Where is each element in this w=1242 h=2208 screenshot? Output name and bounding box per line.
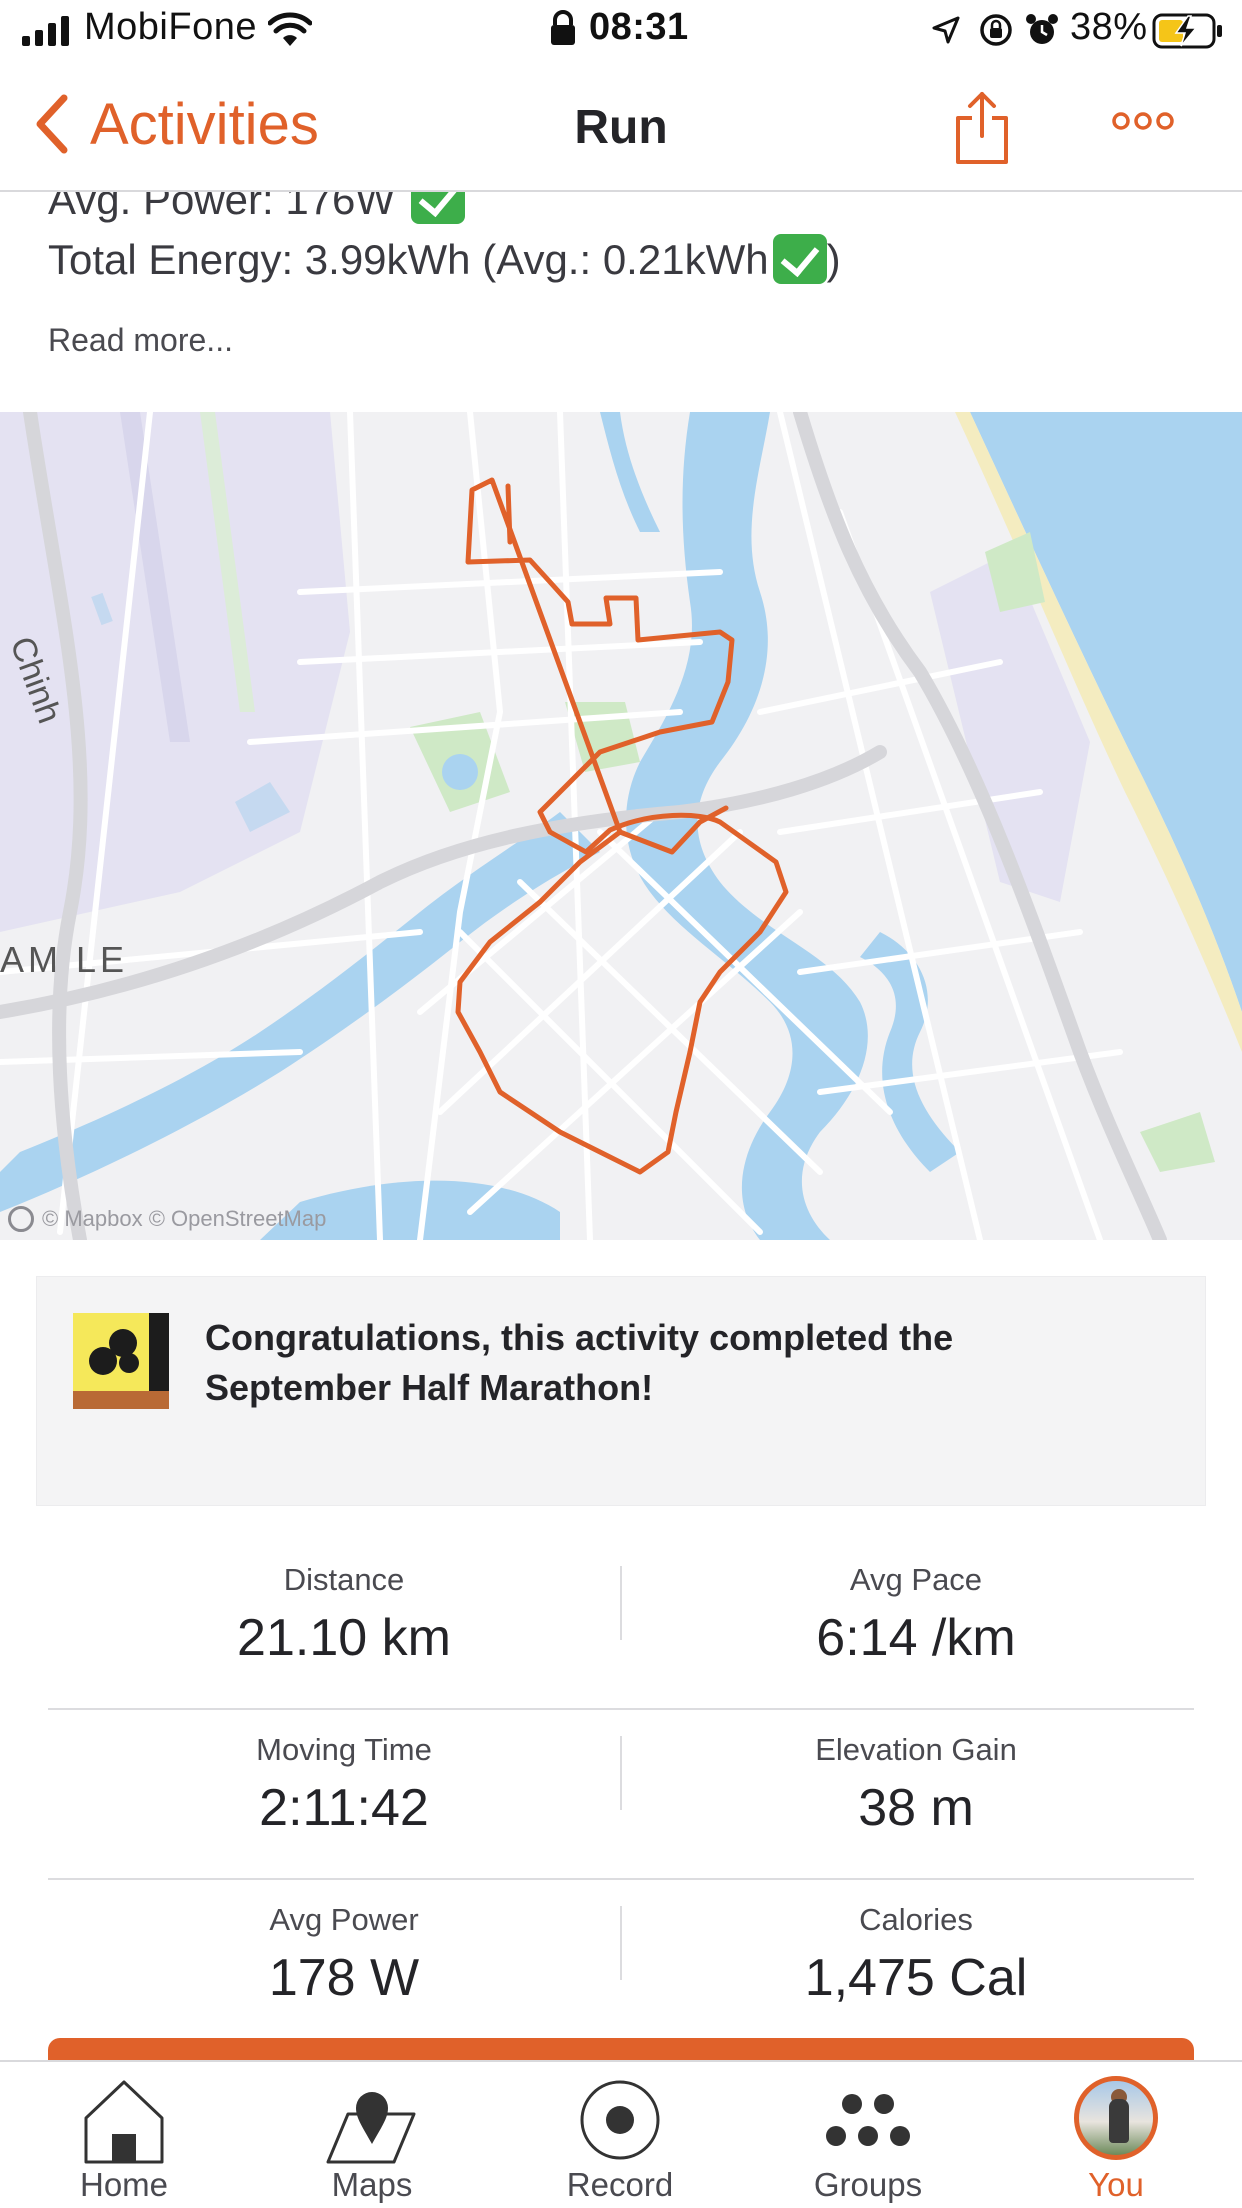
stat-calories: Calories 1,475 Cal xyxy=(636,1880,1196,2008)
alarm-icon xyxy=(1026,14,1058,44)
location-arrow-icon xyxy=(932,16,960,44)
checkmark-icon xyxy=(772,234,827,284)
groups-icon xyxy=(826,2094,910,2146)
attribution-text: © Mapbox © OpenStreetMap xyxy=(42,1206,327,1231)
stat-value: 38 m xyxy=(858,1779,974,1837)
half-marathon-badge-icon xyxy=(73,1313,169,1409)
stat-value: 178 W xyxy=(268,1949,420,2007)
battery-charging-icon xyxy=(1152,13,1222,49)
nav-bar: Activities Run xyxy=(0,62,1242,192)
tab-label: You xyxy=(1088,2166,1144,2203)
tab-label: Groups xyxy=(813,2166,923,2203)
stat-row: Distance 21.10 km Avg Pace 6:14 /km xyxy=(48,1540,1194,1710)
back-label: Activities xyxy=(90,91,319,157)
power-text: Avg. Power: 176W xyxy=(48,192,396,223)
battery-percent: 38% xyxy=(1070,6,1148,48)
map-district-label: AM LE xyxy=(0,939,128,980)
energy-text-close: ) xyxy=(826,236,841,283)
cellular-signal-icon xyxy=(22,16,69,46)
read-more-link[interactable]: Read more... xyxy=(48,322,233,359)
stat-label: Avg Power xyxy=(269,1902,419,1937)
mapbox-logo-icon xyxy=(8,1206,34,1232)
tab-groups[interactable]: Groups xyxy=(744,2062,992,2208)
stat-divider xyxy=(620,1566,622,1640)
challenge-completed-card[interactable]: Congratulations, this activity completed… xyxy=(36,1276,1206,1506)
back-button[interactable]: Activities xyxy=(34,84,319,164)
more-options-icon[interactable] xyxy=(1110,110,1176,132)
map-canvas: Chinh AM LE xyxy=(0,412,1242,1240)
tab-label: Home xyxy=(79,2166,169,2203)
activity-description: Avg. Power: 176W Total Energy: 3.99kWh (… xyxy=(0,192,1242,302)
stat-value: 6:14 /km xyxy=(816,1609,1016,1667)
activity-stats: Distance 21.10 km Avg Pace 6:14 /km Movi… xyxy=(48,1540,1194,2050)
route-map[interactable]: Chinh AM LE © Mapbox © OpenStreetMap xyxy=(0,412,1242,1240)
clock-time: 08:31 xyxy=(589,6,689,48)
home-icon xyxy=(84,2080,164,2164)
tab-record[interactable]: Record xyxy=(496,2062,744,2208)
stat-label: Distance xyxy=(283,1562,405,1597)
stat-row: Avg Power 178 W Calories 1,475 Cal xyxy=(48,1880,1194,2050)
stat-avg-power: Avg Power 178 W xyxy=(64,1880,624,2008)
carrier-name: MobiFone xyxy=(84,6,257,48)
checkmark-icon xyxy=(410,192,465,224)
avatar xyxy=(1074,2076,1158,2160)
share-icon[interactable] xyxy=(950,90,1014,166)
stat-label: Calories xyxy=(859,1902,973,1937)
stat-moving-time: Moving Time 2:11:42 xyxy=(64,1710,624,1838)
record-icon xyxy=(580,2080,660,2160)
stat-label: Elevation Gain xyxy=(815,1732,1017,1767)
challenge-message: Congratulations, this activity completed… xyxy=(205,1317,954,1408)
stat-label: Moving Time xyxy=(256,1732,432,1767)
tab-label: Maps xyxy=(331,2166,413,2203)
map-attribution[interactable]: © Mapbox © OpenStreetMap xyxy=(8,1206,326,1232)
stat-row: Moving Time 2:11:42 Elevation Gain 38 m xyxy=(48,1710,1194,1880)
tab-bar: Home Maps Record Groups You xyxy=(0,2060,1242,2208)
maps-icon xyxy=(326,2092,416,2164)
energy-text: Total Energy: 3.99kWh (Avg.: 0.21kWh xyxy=(48,236,769,283)
stat-value: 21.10 km xyxy=(237,1609,451,1667)
tab-you[interactable]: You xyxy=(992,2062,1240,2208)
chevron-left-icon xyxy=(36,94,68,154)
tab-maps[interactable]: Maps xyxy=(248,2062,496,2208)
stat-distance: Distance 21.10 km xyxy=(64,1540,624,1668)
lock-icon xyxy=(551,10,575,45)
status-bar: MobiFone 08:31 38% xyxy=(0,0,1242,62)
tab-label: Record xyxy=(566,2166,674,2203)
description-line-power: Avg. Power: 176W xyxy=(48,192,465,224)
stat-value: 2:11:42 xyxy=(259,1779,429,1837)
stat-divider xyxy=(620,1736,622,1810)
wifi-icon xyxy=(268,12,312,46)
description-line-energy: Total Energy: 3.99kWh (Avg.: 0.21kWh) xyxy=(48,234,841,284)
tab-home[interactable]: Home xyxy=(0,2062,248,2208)
stat-divider xyxy=(620,1906,622,1980)
stat-avg-pace: Avg Pace 6:14 /km xyxy=(636,1540,1196,1668)
stat-elevation-gain: Elevation Gain 38 m xyxy=(636,1710,1196,1838)
stat-value: 1,475 Cal xyxy=(804,1949,1028,2007)
rotation-lock-icon xyxy=(980,14,1012,46)
stat-label: Avg Pace xyxy=(849,1562,983,1597)
